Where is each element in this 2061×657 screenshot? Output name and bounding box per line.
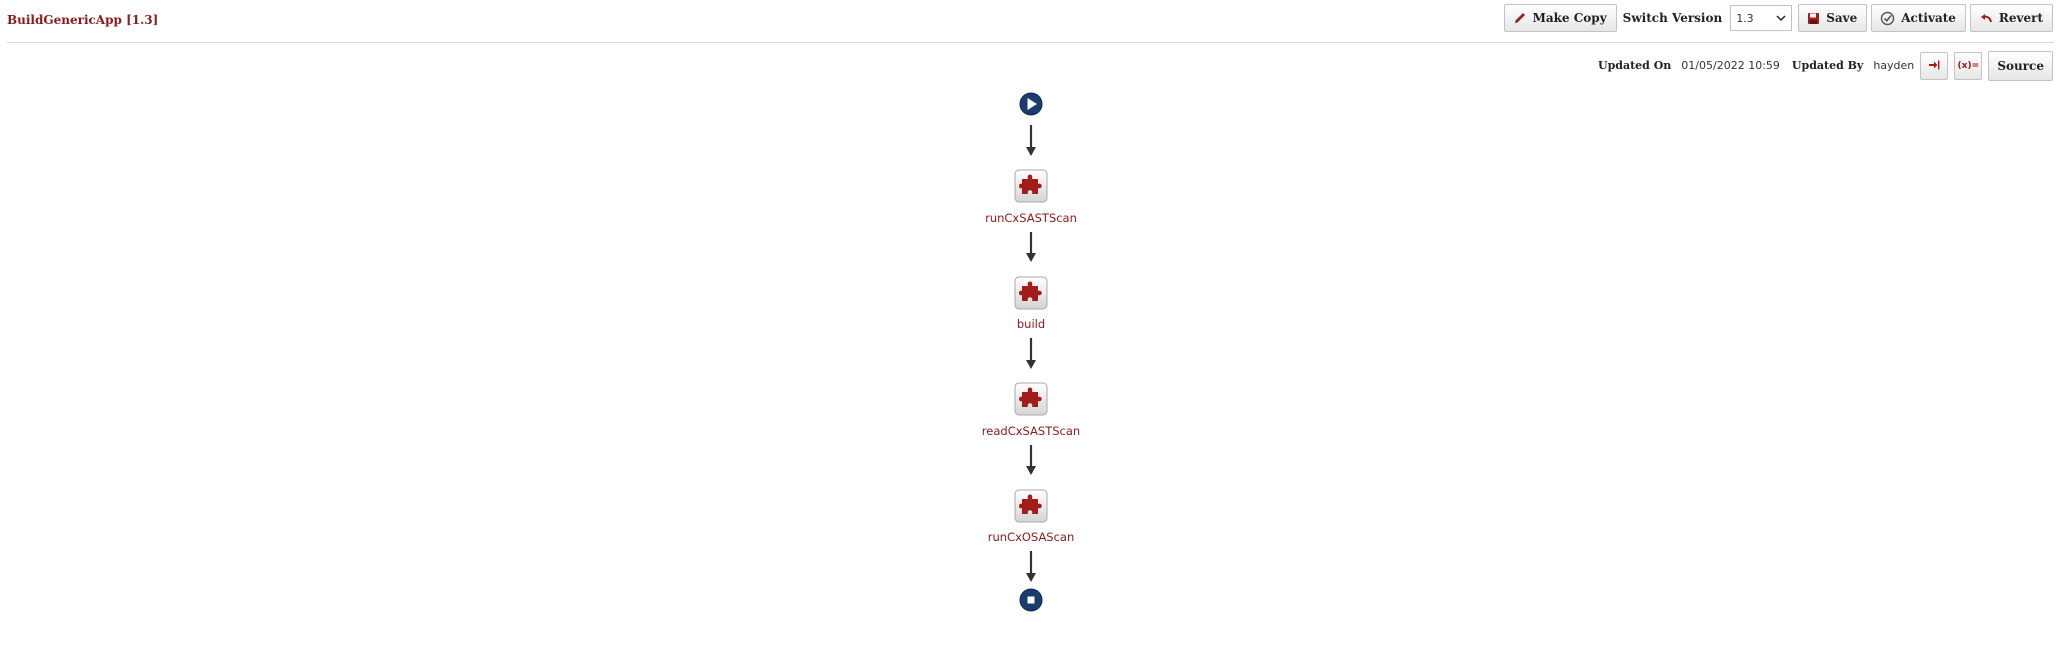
start-node-icon[interactable] (1019, 92, 1043, 116)
task-node-runCxSASTScan[interactable] (1014, 169, 1048, 203)
flow-arrow (1026, 232, 1036, 262)
task-node-build[interactable] (1014, 276, 1048, 310)
task-node-runCxOSAScan[interactable] (1014, 489, 1048, 523)
task-node-label[interactable]: runCxOSAScan (951, 530, 1111, 544)
flow-arrow (1026, 551, 1036, 582)
end-node-icon[interactable] (1019, 588, 1043, 612)
task-node-readCxSASTScan[interactable] (1014, 382, 1048, 416)
flow-arrow (1026, 445, 1036, 475)
task-node-label[interactable]: build (951, 317, 1111, 331)
task-node-label[interactable]: readCxSASTScan (951, 424, 1111, 438)
flow-arrow (1026, 338, 1036, 369)
flow-arrow (1026, 125, 1036, 156)
task-node-label[interactable]: runCxSASTScan (951, 211, 1111, 225)
